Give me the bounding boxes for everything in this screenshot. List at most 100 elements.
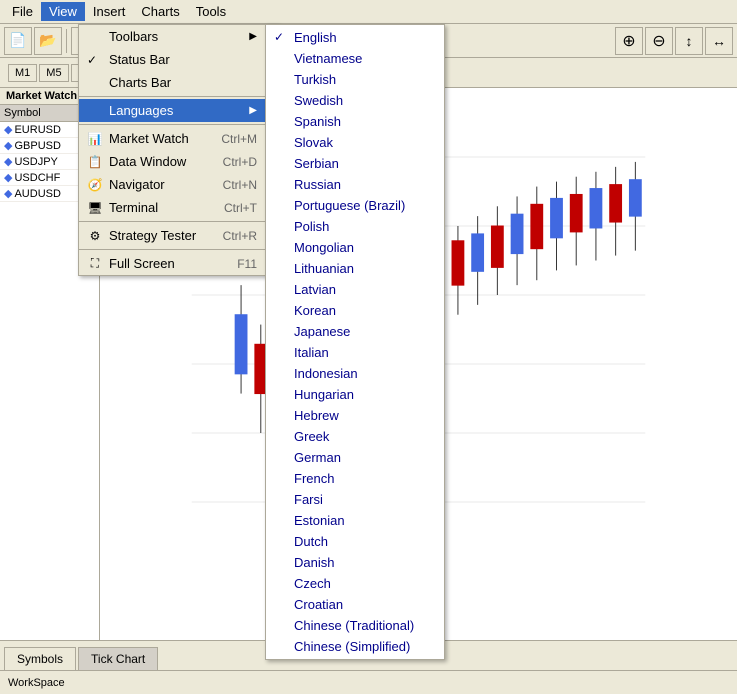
chart-btn1[interactable]: ↕	[675, 27, 703, 55]
terminal-shortcut: Ctrl+T	[224, 201, 257, 215]
lang-item-spanish[interactable]: Spanish	[266, 111, 444, 132]
lang-item-swedish[interactable]: Swedish	[266, 90, 444, 111]
toolbars-label: Toolbars	[109, 29, 158, 44]
status-text: WorkSpace	[8, 677, 65, 689]
chart-btn2[interactable]: ↔	[705, 27, 733, 55]
new-btn[interactable]: 📄	[4, 27, 32, 55]
usdchf-icon: ◆	[4, 171, 12, 184]
lang-item-indonesian[interactable]: Indonesian	[266, 363, 444, 384]
menu-sep4	[79, 249, 277, 250]
menu-bar: File View Insert Charts Tools	[0, 0, 737, 24]
lang-item-chinese--simplified-[interactable]: Chinese (Simplified)	[266, 636, 444, 657]
charts-bar-label: Charts Bar	[109, 75, 171, 90]
usdjpy-symbol: USDJPY	[14, 156, 57, 168]
lang-item-estonian[interactable]: Estonian	[266, 510, 444, 531]
languages-submenu: EnglishVietnameseTurkishSwedishSpanishSl…	[265, 24, 445, 660]
eurusd-icon: ◆	[4, 123, 12, 136]
lang-item-polish[interactable]: Polish	[266, 216, 444, 237]
lang-item-turkish[interactable]: Turkish	[266, 69, 444, 90]
navigator-label: Navigator	[109, 177, 165, 192]
data-window-icon: 📋	[87, 154, 103, 170]
tf-m5[interactable]: M5	[39, 64, 68, 82]
sep1	[66, 29, 67, 53]
view-charts-bar[interactable]: Charts Bar	[79, 71, 277, 94]
lang-item-french[interactable]: French	[266, 468, 444, 489]
full-screen-shortcut: F11	[237, 257, 257, 271]
strategy-icon: ⚙	[87, 228, 103, 244]
menu-sep2	[79, 124, 277, 125]
audusd-symbol: AUDUSD	[14, 188, 60, 200]
menu-tools[interactable]: Tools	[188, 2, 234, 21]
lang-item-mongolian[interactable]: Mongolian	[266, 237, 444, 258]
open-btn[interactable]: 📂	[34, 27, 62, 55]
menu-insert[interactable]: Insert	[85, 2, 134, 21]
view-languages[interactable]: Languages ▶	[79, 99, 277, 122]
lang-item-hungarian[interactable]: Hungarian	[266, 384, 444, 405]
status-bar: WorkSpace	[0, 670, 737, 694]
lang-item-greek[interactable]: Greek	[266, 426, 444, 447]
lang-item-german[interactable]: German	[266, 447, 444, 468]
languages-arrow: ▶	[249, 105, 257, 116]
gbpusd-symbol: GBPUSD	[14, 140, 60, 152]
market-watch-shortcut: Ctrl+M	[221, 132, 257, 146]
navigator-shortcut: Ctrl+N	[223, 178, 257, 192]
view-status-bar[interactable]: Status Bar	[79, 48, 277, 71]
full-screen-label: Full Screen	[109, 256, 175, 271]
usdchf-symbol: USDCHF	[14, 172, 60, 184]
view-data-window[interactable]: 📋 Data Window Ctrl+D	[79, 150, 277, 173]
terminal-label: Terminal	[109, 200, 158, 215]
menu-view[interactable]: View	[41, 2, 85, 21]
lang-item-lithuanian[interactable]: Lithuanian	[266, 258, 444, 279]
lang-item-slovak[interactable]: Slovak	[266, 132, 444, 153]
lang-item-russian[interactable]: Russian	[266, 174, 444, 195]
lang-item-croatian[interactable]: Croatian	[266, 594, 444, 615]
lang-item-latvian[interactable]: Latvian	[266, 279, 444, 300]
view-terminal[interactable]: 🖥 Terminal Ctrl+T	[79, 196, 277, 219]
lang-item-japanese[interactable]: Japanese	[266, 321, 444, 342]
app-window: File View Insert Charts Tools 📄 📂 ↖ ✛ Ma…	[0, 0, 737, 694]
view-strategy-tester[interactable]: ⚙ Strategy Tester Ctrl+R	[79, 224, 277, 247]
lang-item-italian[interactable]: Italian	[266, 342, 444, 363]
status-bar-label: Status Bar	[109, 52, 170, 67]
zoom-out-btn[interactable]: ⊖	[645, 27, 673, 55]
lang-item-english[interactable]: English	[266, 27, 444, 48]
navigator-icon: 🧭	[87, 177, 103, 193]
tab-symbols[interactable]: Symbols	[4, 647, 76, 670]
view-full-screen[interactable]: ⛶ Full Screen F11	[79, 252, 277, 275]
lang-item-vietnamese[interactable]: Vietnamese	[266, 48, 444, 69]
zoom-in-btn[interactable]: ⊕	[615, 27, 643, 55]
strategy-tester-shortcut: Ctrl+R	[223, 229, 257, 243]
menu-sep3	[79, 221, 277, 222]
menu-file[interactable]: File	[4, 2, 41, 21]
lang-item-czech[interactable]: Czech	[266, 573, 444, 594]
data-window-label: Data Window	[109, 154, 186, 169]
lang-item-danish[interactable]: Danish	[266, 552, 444, 573]
toolbars-arrow: ▶	[249, 31, 257, 42]
terminal-icon: 🖥	[87, 200, 103, 216]
market-watch-menu-label: Market Watch	[109, 131, 189, 146]
lang-item-hebrew[interactable]: Hebrew	[266, 405, 444, 426]
audusd-icon: ◆	[4, 187, 12, 200]
languages-label: Languages	[109, 103, 173, 118]
lang-item-portuguese--brazil-[interactable]: Portuguese (Brazil)	[266, 195, 444, 216]
view-menu: Toolbars ▶ Status Bar Charts Bar Languag…	[78, 24, 278, 276]
menu-sep1	[79, 96, 277, 97]
eurusd-symbol: EURUSD	[14, 124, 60, 136]
lang-item-korean[interactable]: Korean	[266, 300, 444, 321]
gbpusd-icon: ◆	[4, 139, 12, 152]
data-window-shortcut: Ctrl+D	[223, 155, 257, 169]
lang-item-chinese--traditional-[interactable]: Chinese (Traditional)	[266, 615, 444, 636]
fullscreen-icon: ⛶	[87, 256, 103, 272]
view-navigator[interactable]: 🧭 Navigator Ctrl+N	[79, 173, 277, 196]
strategy-tester-label: Strategy Tester	[109, 228, 196, 243]
usdjpy-icon: ◆	[4, 155, 12, 168]
tab-tick-chart[interactable]: Tick Chart	[78, 647, 158, 670]
lang-item-serbian[interactable]: Serbian	[266, 153, 444, 174]
view-toolbars[interactable]: Toolbars ▶	[79, 25, 277, 48]
tf-m1[interactable]: M1	[8, 64, 37, 82]
lang-item-farsi[interactable]: Farsi	[266, 489, 444, 510]
lang-item-dutch[interactable]: Dutch	[266, 531, 444, 552]
market-watch-icon: 📊	[87, 131, 103, 147]
menu-charts[interactable]: Charts	[133, 2, 187, 21]
view-market-watch[interactable]: 📊 Market Watch Ctrl+M	[79, 127, 277, 150]
